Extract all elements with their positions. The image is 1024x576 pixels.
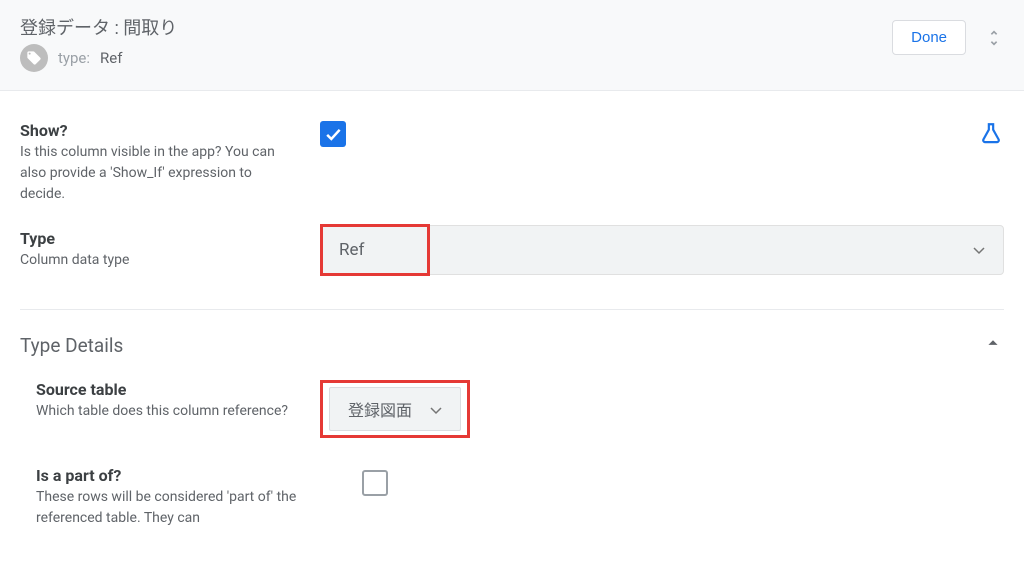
show-checkbox[interactable] <box>320 121 346 147</box>
type-select-value: Ref <box>339 240 364 260</box>
control-col-source-table: 登録図面 <box>320 380 470 438</box>
sub-rows: Source table Which table does this colum… <box>20 372 1004 529</box>
chevron-up-icon <box>982 332 1004 358</box>
header-type-row: type: Ref <box>20 44 177 72</box>
type-label: type: <box>58 49 90 67</box>
is-part-of-desc: These rows will be considered 'part of' … <box>36 487 300 529</box>
caret-down-icon <box>430 400 442 419</box>
show-desc: Is this column visible in the app? You c… <box>20 142 300 205</box>
section-title: Type Details <box>20 334 123 357</box>
sub-row-is-part-of: Is a part of? These rows will be conside… <box>36 458 1004 529</box>
control-col-show <box>320 121 944 147</box>
is-part-of-title: Is a part of? <box>36 466 300 485</box>
flask-icon[interactable] <box>978 121 1004 151</box>
tag-icon <box>20 44 48 72</box>
header-left: 登録データ : 間取り type: Ref <box>20 14 177 72</box>
source-table-title: Source table <box>36 380 300 399</box>
flask-col <box>964 121 1004 151</box>
control-col-type: Ref <box>320 225 1004 275</box>
row-type: Type Column data type Ref <box>20 215 1004 285</box>
row-show: Show? Is this column visible in the app?… <box>20 111 1004 215</box>
annotation-highlight-source-table: 登録図面 <box>320 380 470 438</box>
section-header-type-details[interactable]: Type Details <box>20 310 1004 372</box>
header: 登録データ : 間取り type: Ref Done <box>0 0 1024 91</box>
page-title: 登録データ : 間取り <box>20 14 177 40</box>
sub-row-source-table: Source table Which table does this colum… <box>36 372 1004 458</box>
caret-down-icon <box>973 240 985 260</box>
source-table-select[interactable]: 登録図面 <box>329 387 461 431</box>
type-select[interactable]: Ref <box>320 225 1004 275</box>
label-col-is-part-of: Is a part of? These rows will be conside… <box>36 466 300 529</box>
show-title: Show? <box>20 121 300 140</box>
expand-collapse-icon[interactable] <box>984 28 1004 48</box>
content: Show? Is this column visible in the app?… <box>0 91 1024 529</box>
label-col-show: Show? Is this column visible in the app?… <box>20 121 300 205</box>
done-button[interactable]: Done <box>892 20 966 55</box>
type-value: Ref <box>100 49 122 67</box>
header-right: Done <box>892 20 1004 55</box>
label-col-type: Type Column data type <box>20 229 300 271</box>
type-title: Type <box>20 229 300 248</box>
source-table-desc: Which table does this column reference? <box>36 401 300 422</box>
type-desc: Column data type <box>20 250 300 271</box>
control-col-is-part-of <box>320 466 388 496</box>
source-table-value: 登録図面 <box>348 397 412 421</box>
label-col-source-table: Source table Which table does this colum… <box>36 380 300 422</box>
is-part-of-checkbox[interactable] <box>362 470 388 496</box>
